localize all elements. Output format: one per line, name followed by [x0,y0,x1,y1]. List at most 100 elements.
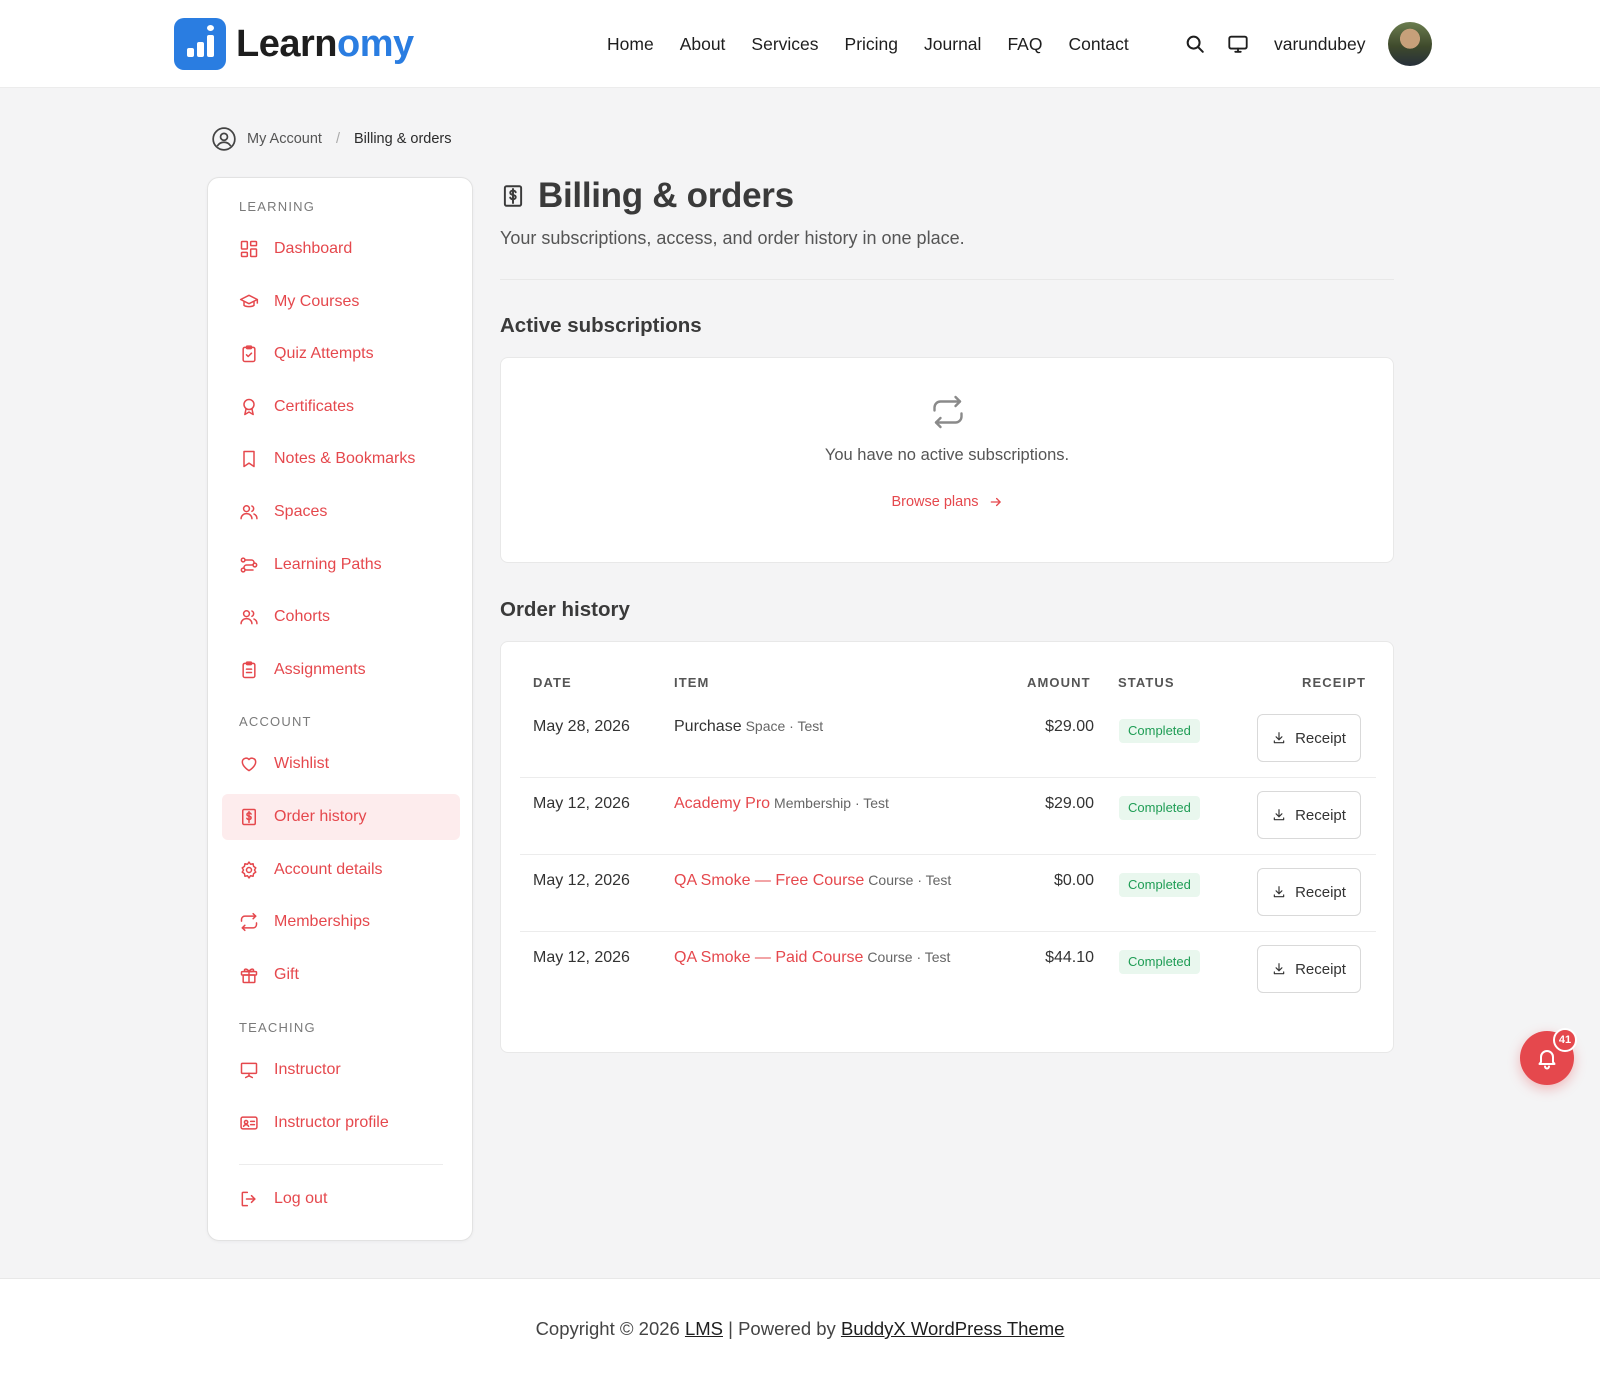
site-header: Learnomy Home About Services Pricing Jou… [0,0,1600,88]
clipboard-check-icon [242,345,256,363]
order-item: QA Smoke — Paid Course Course · Test [674,949,950,967]
monitor-icon[interactable] [1227,33,1249,55]
site-footer: Copyright © 2026 LMS | Powered by BuddyX… [0,1278,1600,1380]
browse-plans-link[interactable]: Browse plans [501,494,1393,510]
notifications-button[interactable]: 41 [1520,1028,1577,1085]
order-item-meta: Membership · Test [774,795,889,811]
empty-subscriptions-text: You have no active subscriptions. [824,446,1070,464]
nav-home[interactable]: Home [607,32,654,56]
download-icon [1273,963,1285,975]
order-item: Purchase Space · Test [674,718,823,736]
order-item-link[interactable]: QA Smoke — Free Course [674,872,864,889]
sidebar-item-label: Dashboard [274,240,353,257]
sidebar-item-wishlist[interactable]: Wishlist [222,741,460,787]
title-divider [500,279,1394,280]
sidebar-item-label: Log out [274,1190,328,1207]
search-icon[interactable] [1184,33,1206,55]
sidebar-item-notes-bookmarks[interactable]: Notes & Bookmarks [222,436,460,482]
sidebar-divider [239,1164,443,1165]
gear-icon [241,861,257,879]
heart-icon [241,757,257,772]
sidebar-item-cohorts[interactable]: Cohorts [222,594,460,640]
sidebar-item-certificates[interactable]: Certificates [222,384,460,430]
table-row: May 12, 2026 QA Smoke — Paid Course Cours… [520,932,1376,1009]
sidebar-item-label: Spaces [274,503,328,520]
sidebar-item-label: Assignments [274,661,366,678]
footer-theme-link[interactable]: BuddyX WordPress Theme [841,1318,1064,1339]
sidebar-item-instructor[interactable]: Instructor [222,1047,460,1093]
subscriptions-heading: Active subscriptions [500,314,702,337]
download-icon [1273,809,1285,821]
footer-divider: | [728,1318,733,1339]
table-row: May 12, 2026 QA Smoke — Free Course Cours… [520,855,1376,932]
order-item-meta: Course · Test [868,872,952,888]
order-item: Academy Pro Membership · Test [674,795,889,813]
sidebar-item-label: My Courses [274,293,360,310]
sidebar-item-label: Certificates [274,398,355,415]
sidebar-item-label: Quiz Attempts [274,345,374,362]
order-amount: $44.10 [1045,949,1094,966]
receipt-button[interactable]: Receipt [1257,945,1361,993]
nav-contact[interactable]: Contact [1068,32,1128,56]
id-card-icon [240,1116,258,1130]
sidebar-item-spaces[interactable]: Spaces [222,489,460,535]
receipt-button[interactable]: Receipt [1257,868,1361,916]
order-item-link[interactable]: QA Smoke — Paid Course [674,949,863,966]
orders-table: DATE ITEM AMOUNT STATUS RECEIPT May 28, … [500,641,1394,1053]
copyright-text: Copyright © 2026 [535,1318,680,1339]
sidebar-item-instructor-profile[interactable]: Instructor profile [222,1100,460,1146]
sidebar-item-logout[interactable]: Log out [222,1176,460,1222]
sidebar-item-label: Gift [274,966,299,983]
order-item: QA Smoke — Free Course Course · Test [674,872,951,890]
receipt-button[interactable]: Receipt [1257,714,1361,762]
nav-faq[interactable]: FAQ [1007,32,1042,56]
sidebar-item-label: Account details [274,861,383,878]
account-sidebar: LEARNING Dashboard My Courses Quiz Attem… [207,177,473,1241]
sidebar-item-label: Order history [274,808,367,825]
sidebar-item-order-history[interactable]: Order history [222,794,460,840]
username[interactable]: varundubey [1274,32,1365,56]
sidebar-item-dashboard[interactable]: Dashboard [222,226,460,272]
users-icon [240,610,258,625]
sidebar-item-quiz-attempts[interactable]: Quiz Attempts [222,331,460,377]
site-logo[interactable]: Learnomy [174,18,414,70]
receipt-button[interactable]: Receipt [1257,791,1361,839]
breadcrumb-current: Billing & orders [353,131,452,147]
order-item-meta: Course · Test [867,949,951,965]
column-status: STATUS [1118,675,1175,690]
bell-icon [1538,1050,1556,1070]
sidebar-item-gift[interactable]: Gift [222,952,460,998]
orders-heading: Order history [500,598,630,621]
avatar[interactable] [1388,22,1432,66]
nav-services[interactable]: Services [751,32,818,56]
bookmark-icon [243,450,255,468]
sidebar-item-label: Cohorts [274,608,331,625]
main-nav: Home About Services Pricing Journal FAQ … [607,32,1129,56]
sidebar-item-my-courses[interactable]: My Courses [222,279,460,325]
sidebar-item-learning-paths[interactable]: Learning Paths [222,542,460,588]
sidebar-item-assignments[interactable]: Assignments [222,647,460,693]
status-badge: Completed [1119,719,1200,743]
gift-icon [240,968,258,984]
nav-about[interactable]: About [680,32,726,56]
sidebar-item-account-details[interactable]: Account details [222,847,460,893]
nav-journal[interactable]: Journal [924,32,981,56]
footer-lms-link[interactable]: LMS [685,1318,723,1339]
page-title: Billing & orders [500,176,794,216]
sidebar-item-memberships[interactable]: Memberships [222,899,460,945]
order-date: May 28, 2026 [533,718,630,735]
sidebar-item-label: Memberships [274,913,371,930]
order-amount: $0.00 [1053,872,1094,889]
status-badge: Completed [1119,950,1200,974]
sidebar-item-label: Wishlist [274,755,330,772]
section-learning: LEARNING [239,199,316,214]
nav-pricing[interactable]: Pricing [845,32,899,56]
receipt-label: Receipt [1295,729,1346,747]
logout-icon [241,1191,256,1207]
powered-by-text: Powered by [738,1318,836,1339]
breadcrumb-my-account[interactable]: My Account [247,131,322,147]
receipt-label: Receipt [1295,883,1346,901]
order-item-link[interactable]: Academy Pro [674,795,770,812]
column-item: ITEM [674,675,710,690]
notification-count-badge: 41 [1553,1028,1577,1052]
